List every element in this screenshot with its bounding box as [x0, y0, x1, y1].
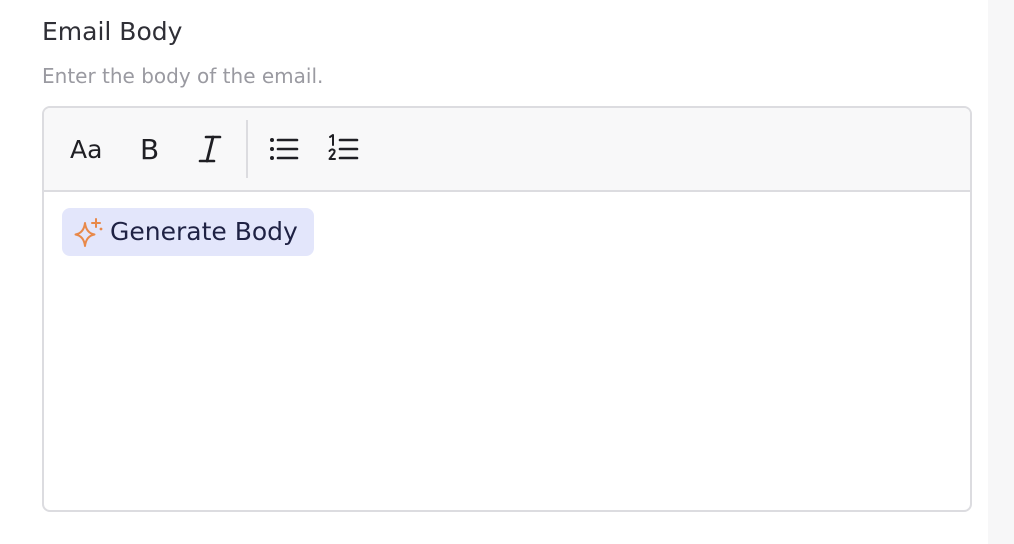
field-help-text: Enter the body of the email.	[42, 64, 324, 88]
page: Email Body Enter the body of the email. …	[0, 0, 1014, 544]
bold-glyph: B	[140, 133, 159, 165]
editor-content-area[interactable]: Generate Body	[44, 192, 970, 508]
editor-toolbar: Aa B	[44, 108, 970, 192]
numbered-list-button[interactable]	[320, 125, 368, 173]
email-body-field: Email Body Enter the body of the email. …	[42, 14, 972, 512]
bullet-list-icon	[270, 138, 299, 160]
generate-body-button[interactable]: Generate Body	[62, 208, 314, 256]
text-size-button[interactable]: Aa	[66, 125, 114, 173]
toolbar-divider	[246, 120, 248, 178]
text-size-icon: Aa	[70, 135, 102, 164]
bullet-list-button[interactable]	[260, 125, 308, 173]
sparkle-icon	[74, 218, 103, 247]
text-size-glyph: Aa	[70, 135, 102, 164]
rich-text-editor: Aa B Generate Body	[42, 106, 972, 512]
numbered-list-icon	[328, 134, 359, 160]
italic-button[interactable]	[186, 125, 234, 173]
generate-body-label: Generate Body	[110, 217, 298, 246]
scroll-gutter	[988, 0, 1014, 544]
bold-button[interactable]: B	[126, 125, 174, 173]
bold-icon: B	[140, 133, 159, 165]
italic-icon	[198, 135, 222, 163]
field-label: Email Body	[42, 17, 183, 46]
